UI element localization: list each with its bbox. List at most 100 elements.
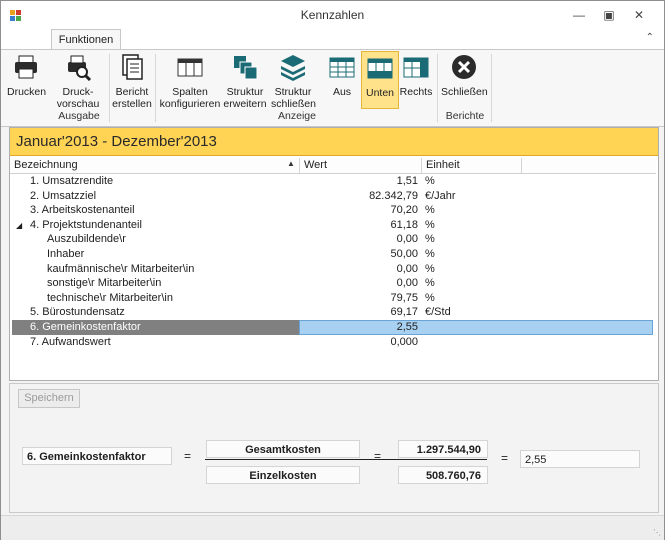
row-unit: %	[425, 291, 435, 304]
group-separator	[491, 54, 492, 122]
printer-icon	[15, 55, 37, 79]
row-unit: %	[425, 277, 435, 290]
row-unit: %	[425, 248, 435, 260]
spalten-konfigurieren-button[interactable]: Spalten konfigurieren	[159, 53, 221, 110]
row-name: 2. Umsatzziel	[30, 189, 97, 202]
status-bar: ⋱	[1, 515, 664, 540]
row-name: 1. Umsatzrendite	[30, 175, 114, 187]
row-name: 7. Aufwandswert	[30, 335, 111, 348]
group-separator	[155, 54, 156, 122]
print-preview-icon	[68, 55, 92, 82]
table-row[interactable]: Inhaber 50,00 %	[10, 247, 656, 262]
formula-name-field: 6. Gemeinkostenfaktor	[22, 447, 172, 465]
table-row-selected[interactable]: 6. Gemeinkostenfaktor 2,55	[10, 320, 656, 335]
row-unit: €/Jahr	[425, 189, 456, 202]
maximize-icon[interactable]: ▣	[598, 7, 620, 23]
schliessen-button[interactable]: Schließen	[441, 53, 488, 98]
row-name: 5. Bürostundensatz	[30, 306, 125, 319]
collapse-node-icon[interactable]: ◢	[16, 218, 22, 233]
table-row[interactable]: 3. Arbeitskostenanteil 70,20 %	[10, 203, 656, 218]
row-value: 0,00	[396, 262, 418, 275]
window-title: Kennzahlen	[300, 8, 365, 22]
row-value: 79,75	[390, 291, 418, 304]
row-unit: %	[425, 175, 435, 187]
struktur-erweitern-label: Struktur erweitern	[223, 86, 267, 110]
result-field: 2,55	[520, 450, 640, 468]
close-icon[interactable]: ✕	[628, 7, 650, 23]
collapse-structure-icon	[281, 55, 305, 81]
row-value: 0,00	[396, 277, 418, 290]
ribbon: Drucken Druck- vorschau Ausgabe Bericht …	[1, 49, 664, 127]
rechts-button[interactable]: Rechts	[399, 53, 433, 98]
drucken-label: Drucken	[7, 86, 47, 98]
row-name: kaufmännische\r Mitarbeiter\in	[47, 262, 195, 275]
row-value: 2,55	[396, 321, 418, 333]
tab-funktionen[interactable]: Funktionen	[51, 29, 121, 51]
denominator-value: 508.760,76	[398, 466, 488, 484]
row-value: 50,00	[390, 248, 418, 260]
equals-sign: =	[184, 449, 192, 463]
row-unit: %	[425, 218, 435, 231]
row-name: sonstige\r Mitarbeiter\in	[47, 277, 162, 290]
resize-grip-icon[interactable]: ⋱	[653, 528, 661, 537]
row-unit: %	[425, 262, 435, 275]
detail-panel: Speichern 6. Gemeinkostenfaktor = Gesamt…	[9, 383, 659, 513]
panel-off-icon	[329, 57, 355, 78]
speichern-button[interactable]: Speichern	[18, 389, 80, 408]
row-value: 82.342,79	[369, 189, 418, 202]
table-row[interactable]: ◢ 4. Projektstundenanteil 61,18 %	[10, 218, 656, 233]
spalten-label: Spalten konfigurieren	[159, 86, 221, 110]
column-header-einheit[interactable]: Einheit	[422, 158, 522, 173]
aus-label: Aus	[332, 86, 352, 98]
row-unit: €/Std	[425, 306, 451, 319]
schliessen-label: Schließen	[441, 86, 488, 98]
grid-header: Bezeichnung ▲ Wert Einheit	[10, 158, 656, 174]
report-icon	[122, 54, 143, 80]
denominator-label: Einzelkosten	[206, 466, 360, 484]
close-circle-icon	[452, 55, 476, 79]
equals-sign: =	[501, 451, 509, 465]
row-value: 70,20	[390, 204, 418, 217]
kennzahlen-window: Kennzahlen — ▣ ✕ Funktionen ⌃ Drucken Dr…	[0, 0, 665, 540]
bericht-erstellen-button[interactable]: Bericht erstellen	[111, 53, 153, 110]
period-header: Januar'2013 - Dezember'2013	[10, 128, 658, 156]
numerator-label: Gesamtkosten	[206, 440, 360, 458]
minimize-icon[interactable]: —	[568, 7, 590, 23]
row-value: 69,17	[390, 306, 418, 319]
druckvorschau-label: Druck- vorschau	[56, 86, 100, 110]
table-row[interactable]: sonstige\r Mitarbeiter\in 0,00 %	[10, 276, 656, 291]
bericht-label: Bericht erstellen	[112, 86, 152, 110]
equals-sign: =	[374, 449, 382, 463]
column-header-wert[interactable]: Wert	[300, 158, 422, 173]
struktur-schliessen-button[interactable]: Struktur schließen	[271, 53, 316, 110]
fraction-divider	[205, 459, 487, 460]
group-berichte: Berichte	[445, 110, 485, 122]
row-unit: %	[425, 233, 435, 246]
row-value: 0,00	[396, 233, 418, 246]
table-row[interactable]: Auszubildende\r 0,00 %	[10, 232, 656, 247]
sort-ascending-icon: ▲	[287, 159, 295, 168]
table-row[interactable]: 5. Bürostundensatz 69,17 €/Std	[10, 305, 656, 320]
group-separator	[437, 54, 438, 122]
table-row[interactable]: kaufmännische\r Mitarbeiter\in 0,00 %	[10, 262, 656, 277]
ribbon-collapse-icon[interactable]: ⌃	[646, 32, 654, 43]
table-row[interactable]: technische\r Mitarbeiter\in 79,75 %	[10, 291, 656, 306]
druckvorschau-button[interactable]: Druck- vorschau	[55, 53, 101, 110]
aus-button[interactable]: Aus	[326, 53, 358, 98]
row-name: 4. Projektstundenanteil	[30, 218, 142, 231]
struktur-schliessen-label: Struktur schließen	[271, 86, 316, 110]
struktur-erweitern-button[interactable]: Struktur erweitern	[223, 53, 267, 110]
ribbon-tab-strip: Funktionen ⌃	[1, 29, 664, 51]
row-unit: %	[425, 204, 435, 217]
row-value: 1,51	[396, 175, 418, 187]
table-row[interactable]: 7. Aufwandswert 0,000	[10, 335, 656, 350]
column-header-bezeichnung[interactable]: Bezeichnung	[10, 158, 300, 173]
drucken-button[interactable]: Drucken	[7, 53, 47, 98]
table-row[interactable]: 2. Umsatzziel 82.342,79 €/Jahr	[10, 189, 656, 204]
table-row[interactable]: 1. Umsatzrendite 1,51 %	[10, 174, 656, 189]
group-anzeige: Anzeige	[278, 110, 316, 122]
expand-structure-icon	[234, 56, 258, 80]
unten-label: Unten	[365, 87, 395, 99]
columns-icon	[177, 58, 203, 77]
unten-button[interactable]: Unten	[361, 51, 399, 109]
